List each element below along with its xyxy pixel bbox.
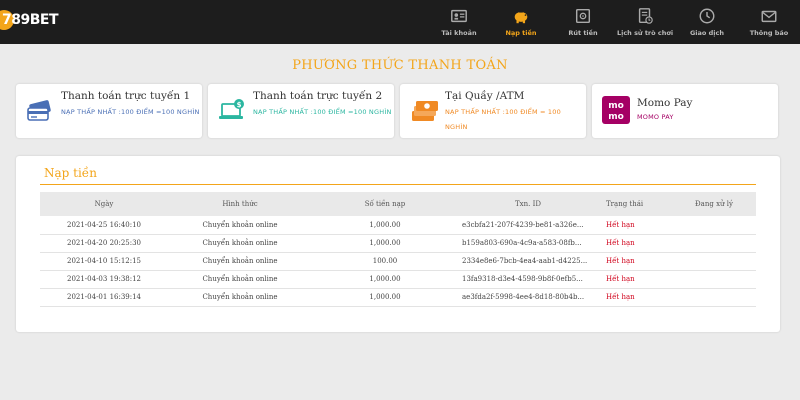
brand-logo[interactable]: 789BET [0,6,59,34]
column-header-date: Ngày [94,200,114,208]
table-row[interactable]: 2021-04-25 16:40:10 Chuyển khoản online … [40,216,756,234]
history-document-icon [638,8,653,24]
cell-date: 2021-04-20 20:25:30 [66,239,142,247]
panel-title: Nạp tiền [44,166,97,180]
cell-status: Hết hạn [606,239,635,247]
top-navigation-bar: 789BET Tài khoản Nạp tiền Rút tiền Lịch … [0,0,800,44]
cash-stack-icon [412,101,438,121]
table-row[interactable]: 2021-04-10 15:12:15 Chuyển khoản online … [40,252,756,270]
nav-label: Tài khoản [441,29,477,37]
table-row[interactable]: 2021-04-20 20:25:30 Chuyển khoản online … [40,234,756,252]
cell-amount: 1,000.00 [369,239,401,247]
safe-icon [575,8,591,24]
cell-method: Chuyển khoản online [202,275,278,283]
nav-account[interactable]: Tài khoản [428,0,490,44]
svg-text:mo: mo [608,112,624,122]
svg-text:mo: mo [608,101,624,111]
title-underline [40,184,756,185]
cell-processing [672,252,756,270]
nav-deposit[interactable]: Nạp tiền [490,0,552,44]
column-header-method: Hình thức [222,200,258,208]
column-header-txn-id: Txn. ID [515,200,541,208]
cell-txn-id: 2334e8e6-7bcb-4ea4-aab1-d4225... [462,257,588,265]
page-title: PHƯƠNG THỨC THANH TOÁN [292,58,508,73]
cell-processing [672,270,756,288]
nav-label: Thông báo [749,29,789,37]
nav-withdraw[interactable]: Rút tiền [552,0,614,44]
cell-status: Hết hạn [606,257,635,265]
cell-status: Hết hạn [606,275,635,283]
deposit-history-panel: Nạp tiền Ngày Hình thức Số tiền nạp Txn.… [16,156,780,332]
cell-txn-id: 13fa9318-d3e4-4598-9b8f-0efb5... [462,275,583,283]
cell-date: 2021-04-01 16:39:14 [66,293,142,301]
main-nav: Tài khoản Nạp tiền Rút tiền Lịch sử trò … [428,0,800,44]
column-header-amount: Số tiền nạp [364,200,406,208]
id-card-icon [451,9,467,23]
payment-method-name: Thanh toán trực tuyến 2 [253,90,383,102]
payment-method-momo[interactable]: mo mo Momo Pay MOMO PAY [592,84,778,138]
cell-txn-id: ae3fda2f-5998-4ee4-8d18-80b4b... [462,293,585,301]
nav-game-history[interactable]: Lịch sử trò chơi [614,0,676,44]
payment-method-name: Thanh toán trực tuyến 1 [61,90,191,102]
cell-date: 2021-04-25 16:40:10 [66,220,142,229]
momo-logo-icon: mo mo [602,96,630,124]
cell-amount: 1,000.00 [369,275,401,283]
table-row[interactable]: 2021-04-01 16:39:14 Chuyển khoản online … [40,288,756,306]
svg-text:$: $ [237,101,242,109]
piggy-bank-icon [514,11,528,24]
cell-amount: 1,000.00 [369,220,401,229]
cell-amount: 1,000.00 [369,293,401,301]
cell-date: 2021-04-10 15:12:15 [66,257,142,265]
payment-method-name: Tại Quầy /ATM [445,90,525,102]
payment-method-atm[interactable]: Tại Quầy /ATM NẠP THẤP NHẤT :100 ĐIỂM = … [400,84,586,138]
cell-processing [672,216,756,234]
nav-label: Nạp tiền [505,29,537,37]
credit-cards-icon [27,100,51,121]
cell-date: 2021-04-03 19:38:12 [66,275,142,283]
clock-icon [699,8,715,24]
payment-method-min: NẠP THẤP NHẤT :100 ĐIỂM =100 NGHÌN [253,108,392,116]
nav-label: Giao dịch [689,29,725,37]
payment-method-name: Momo Pay [637,97,693,109]
deposit-history-table: Ngày Hình thức Số tiền nạp Txn. ID Trạng… [40,192,756,307]
nav-label: Rút tiền [568,29,598,37]
cell-processing [672,234,756,252]
nav-notifications[interactable]: Thông báo [738,0,800,44]
laptop-dollar-icon: $ [219,99,244,119]
payment-method-online-1[interactable]: Thanh toán trực tuyến 1 NẠP THẤP NHẤT :1… [16,84,202,138]
cell-processing [672,288,756,306]
cell-status: Hết hạn [606,293,635,301]
table-header-row: Ngày Hình thức Số tiền nạp Txn. ID Trạng… [40,192,756,216]
cell-status: Hết hạn [606,220,635,229]
cell-method: Chuyển khoản online [202,257,278,265]
payment-method-min: NẠP THẤP NHẤT :100 ĐIỂM =100 NGHÌN [61,108,200,116]
payment-method-min: NẠP THẤP NHẤT :100 ĐIỂM = 100 NGHÌN [445,108,561,131]
column-header-processing: Đang xử lý [695,200,733,208]
nav-label: Lịch sử trò chơi [616,29,674,37]
logo-text: 789BET [2,12,59,28]
cell-amount: 100.00 [372,257,398,265]
payment-method-online-2[interactable]: $ Thanh toán trực tuyến 2 NẠP THẤP NHẤT … [208,84,394,138]
cell-txn-id: b159a803-690a-4c9a-a583-08fb... [462,239,582,247]
table-row[interactable]: 2021-04-03 19:38:12 Chuyển khoản online … [40,270,756,288]
payment-method-min: MOMO PAY [637,113,674,121]
cell-method: Chuyển khoản online [202,220,278,229]
envelope-icon [761,10,777,23]
column-header-status: Trạng thái [606,200,644,208]
nav-transactions[interactable]: Giao dịch [676,0,738,44]
cell-method: Chuyển khoản online [202,293,278,301]
cell-txn-id: e3cbfa21-207f-4239-be81-a326e... [462,220,584,229]
cell-method: Chuyển khoản online [202,239,278,247]
